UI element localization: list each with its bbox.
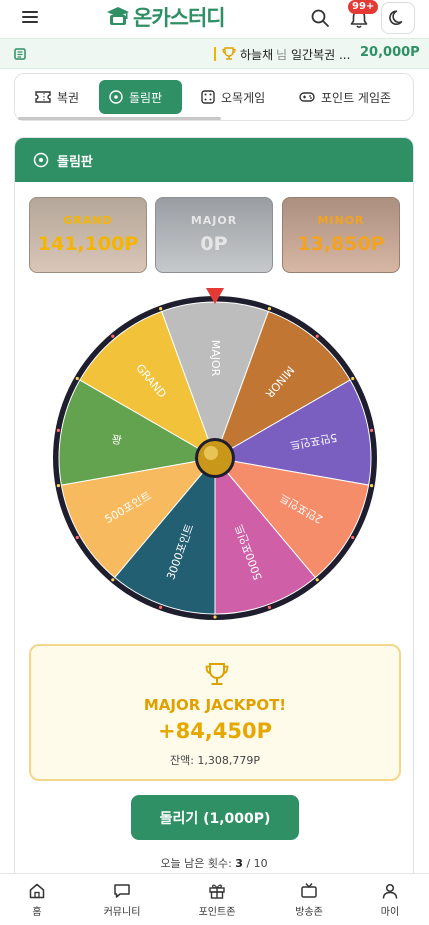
- roulette-wheel[interactable]: MAJORMINOR5만포인트2만포인트5000포인트3000포인트500포인트…: [45, 288, 385, 628]
- bottom-nav: 홈 커뮤니티 포인트존 방송존 마이: [0, 873, 429, 925]
- menu-icon[interactable]: [22, 10, 38, 24]
- wheel-rim-dot: [315, 578, 319, 582]
- ticker-winner-name: 하늘채: [240, 48, 274, 62]
- moon-icon: [389, 10, 403, 25]
- wheel-rim-dot: [75, 376, 79, 381]
- search-icon[interactable]: [310, 8, 330, 28]
- top-header: 온카스터디 99+: [0, 0, 429, 36]
- wheel-rim-dot: [213, 615, 217, 619]
- tab-omok[interactable]: 오목게임: [191, 80, 275, 114]
- logo[interactable]: 온카스터디: [106, 3, 226, 31]
- news-icon: [14, 48, 26, 60]
- jackpot-major: MAJOR 0P: [155, 197, 273, 273]
- trophy-icon: [222, 47, 236, 60]
- result-title: MAJOR JACKPOT!: [143, 696, 287, 714]
- jackpot-major-label: MAJOR: [190, 214, 238, 227]
- jackpot-minor-value: 13,850P: [297, 233, 385, 255]
- tab-lottery-label: 복권: [57, 90, 80, 105]
- wheel-rim-dot: [315, 334, 319, 338]
- ticker-winner-suffix: 님: [276, 48, 288, 62]
- nav-my-label: 마이: [380, 907, 400, 918]
- result-balance: 잔액: 1,308,779P: [169, 754, 261, 767]
- jackpot-grand: GRAND 141,100P: [29, 197, 147, 273]
- wheel-rim-dot: [111, 334, 115, 338]
- target-icon: [109, 90, 123, 104]
- tab-roulette[interactable]: 돌림판: [99, 80, 182, 114]
- tabs-scrollbar[interactable]: [18, 117, 221, 120]
- ticker-amount: 20,000P: [360, 45, 420, 60]
- spin-button[interactable]: 돌리기 (1,000P): [131, 795, 299, 840]
- wheel-rim-dot: [351, 535, 355, 540]
- remaining-spins: 오늘 남은 횟수: 3 / 10: [15, 855, 413, 871]
- wheel-rim-dot: [351, 376, 355, 381]
- nav-home-label: 홈: [32, 907, 42, 918]
- wheel-rim-dot: [267, 605, 271, 610]
- tab-point-gamezone[interactable]: 포인트 게임존: [289, 80, 401, 114]
- tab-lottery[interactable]: 복권: [25, 80, 89, 114]
- wheel-rim-dot: [159, 605, 163, 610]
- wheel-rim-dot: [267, 306, 271, 311]
- ticket-icon: [35, 91, 51, 103]
- remaining-label: 오늘 남은 횟수:: [160, 857, 232, 870]
- tab-omok-label: 오목게임: [221, 90, 266, 105]
- wheel-rim-dot: [56, 428, 61, 432]
- target-icon: [33, 152, 49, 168]
- wheel-hub-shine: [204, 446, 218, 460]
- user-icon: [382, 883, 398, 899]
- trophy-icon: [205, 663, 229, 685]
- wheel-rim-dot: [369, 428, 374, 432]
- tab-point-gamezone-label: 포인트 게임존: [321, 90, 392, 105]
- logo-icon: [107, 7, 129, 25]
- jackpot-major-value: 0P: [200, 233, 228, 255]
- tab-roulette-label: 돌림판: [129, 90, 163, 105]
- wheel-rim-dot: [369, 484, 374, 488]
- ticker-game: 일간복권 ...: [291, 48, 351, 62]
- wheel-rim-dot: [56, 484, 61, 488]
- tv-icon: [301, 883, 317, 898]
- nav-community-label: 커뮤니티: [103, 907, 141, 918]
- result-panel: MAJOR JACKPOT! +84,450P 잔액: 1,308,779P: [29, 644, 401, 781]
- dice-icon: [201, 90, 215, 104]
- card-header: 돌림판: [15, 138, 413, 182]
- chat-icon: [114, 884, 130, 898]
- roulette-card: 돌림판 GRAND 141,100P MAJOR 0P MINOR 13,850…: [14, 137, 414, 897]
- nav-broadcast-label: 방송존: [295, 907, 323, 918]
- wheel-segment-label: MAJOR: [209, 340, 222, 377]
- winner-ticker: 하늘채 님 일간복권 ... 20,000P: [0, 38, 429, 69]
- wheel-rim-dot: [111, 578, 115, 582]
- nav-community[interactable]: 커뮤니티: [87, 882, 157, 918]
- ticker-separator: [214, 47, 216, 61]
- wheel-rim-dot: [75, 535, 79, 540]
- jackpot-minor: MINOR 13,850P: [282, 197, 400, 273]
- result-amount: +84,450P: [157, 719, 273, 743]
- wheel-rim-dot: [159, 306, 163, 311]
- nav-pointzone-label: 포인트존: [198, 907, 236, 918]
- card-title: 돌림판: [57, 154, 93, 170]
- home-icon: [29, 883, 45, 899]
- notification-badge: 99+: [348, 0, 379, 14]
- jackpot-grand-label: GRAND: [63, 214, 113, 227]
- nav-broadcast[interactable]: 방송존: [274, 882, 344, 918]
- theme-toggle-button[interactable]: [381, 2, 415, 34]
- jackpot-grand-value: 141,100P: [37, 233, 139, 255]
- nav-home[interactable]: 홈: [2, 882, 72, 918]
- game-tabs: 복권 돌림판 오목게임 포인트 게임존: [14, 73, 414, 121]
- nav-my[interactable]: 마이: [355, 882, 425, 918]
- remaining-used: 3: [235, 857, 243, 870]
- gift-icon: [209, 884, 225, 899]
- remaining-total: / 10: [246, 857, 268, 870]
- logo-text: 온카스터디: [133, 6, 226, 30]
- gamepad-icon: [299, 92, 315, 102]
- nav-pointzone[interactable]: 포인트존: [182, 882, 252, 918]
- jackpot-minor-label: MINOR: [317, 214, 365, 227]
